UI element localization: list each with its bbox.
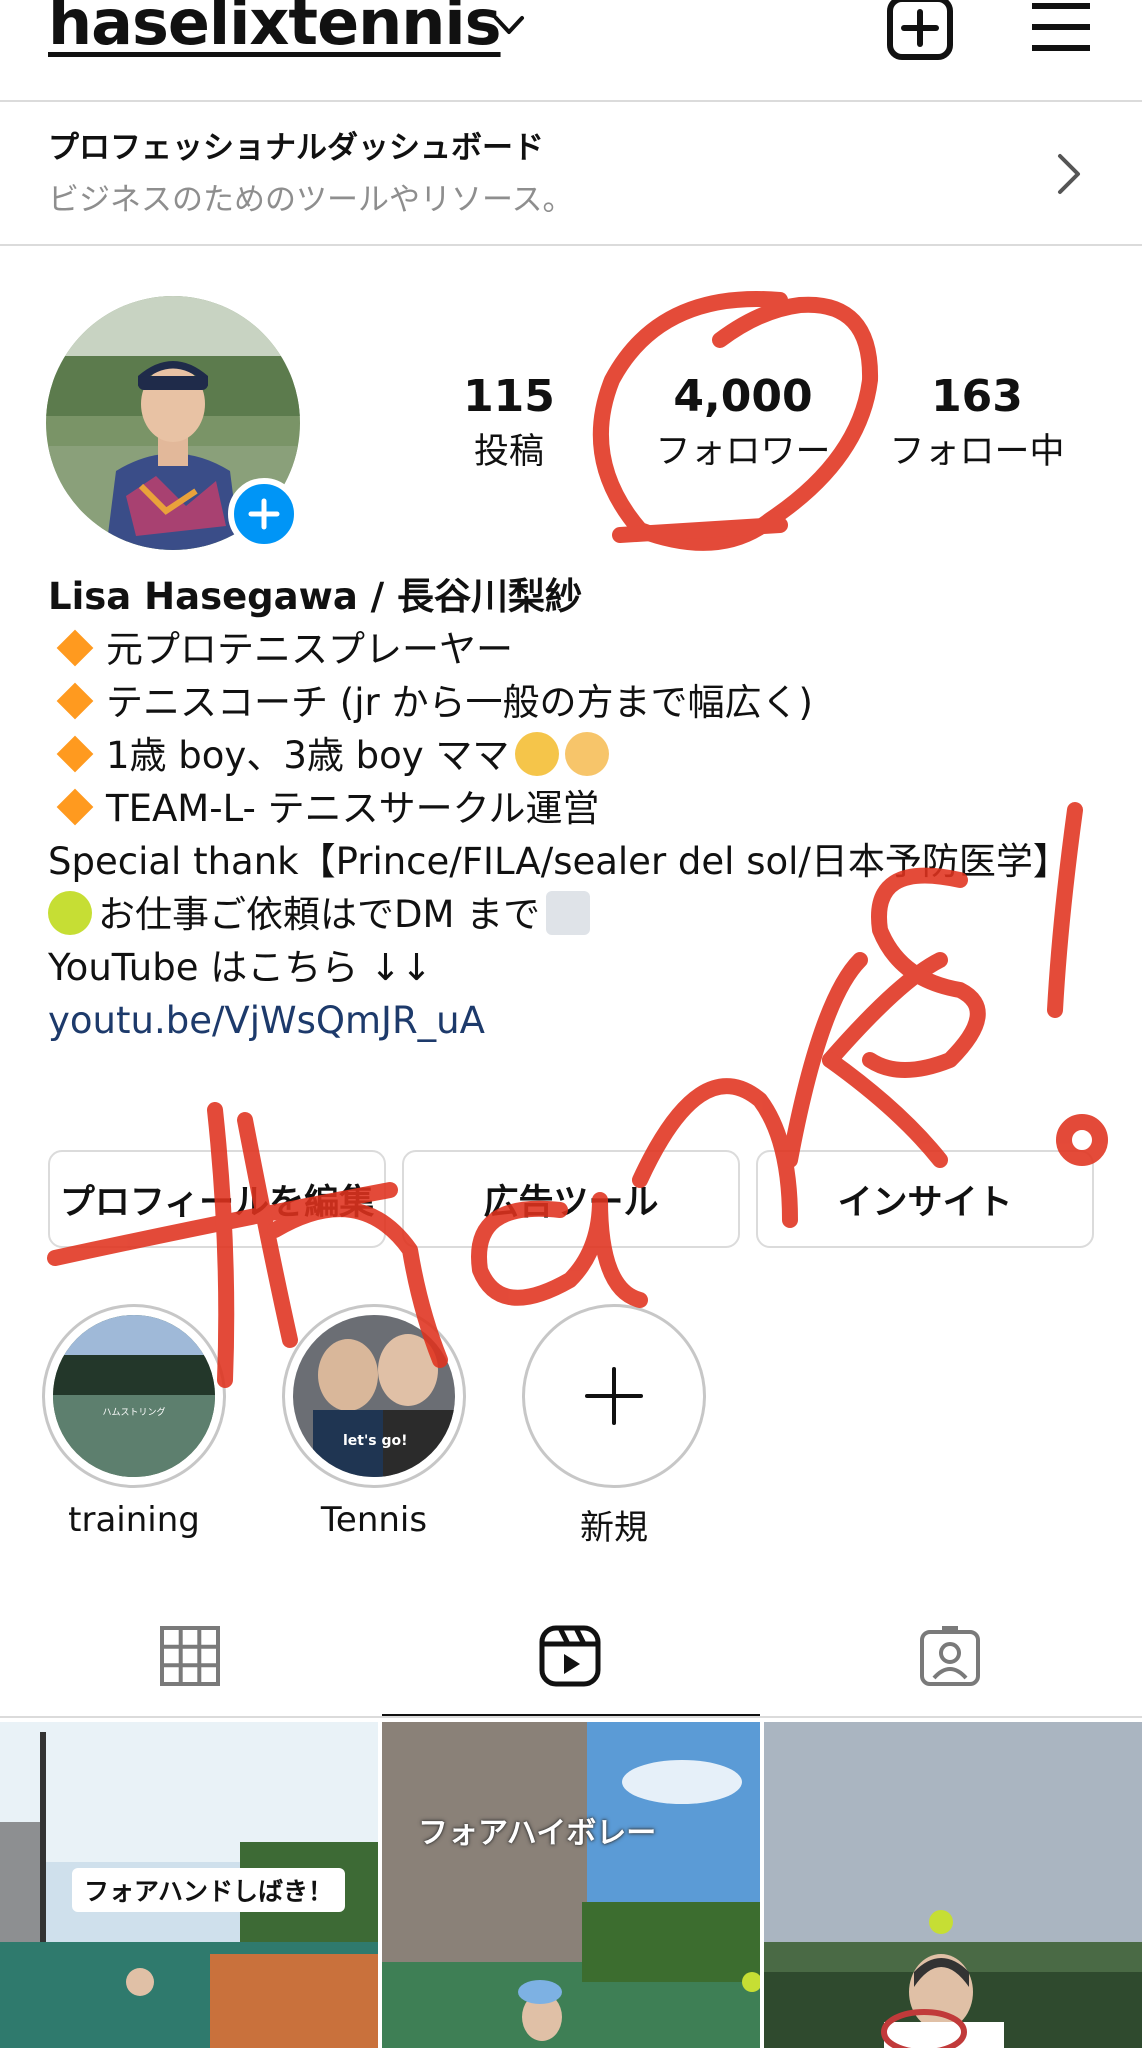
grid-icon[interactable] (158, 1624, 222, 1688)
divider (0, 244, 1142, 246)
reel-caption: フォアハンドしばき！ (72, 1868, 346, 1912)
posts-label: 投稿 (473, 432, 544, 472)
bio-line: TEAM-L- テニスサークル運営 (106, 787, 600, 830)
svg-text:let's go!: let's go! (343, 1433, 408, 1449)
orange-diamond-icon (56, 788, 94, 825)
plus-icon (248, 498, 280, 530)
reel-thumbnail[interactable] (382, 1722, 760, 2048)
reel-thumbnail[interactable] (764, 1722, 1142, 2048)
dashboard-subtitle: ビジネスのためのツールやリソース。 (48, 182, 574, 218)
orange-diamond-icon (56, 735, 94, 772)
reel-caption: フォアハイボレー (418, 1816, 657, 1851)
orange-diamond-icon (56, 629, 94, 666)
highlight-label: Tennis (320, 1500, 428, 1540)
followers-label: フォロワー (655, 432, 831, 472)
bio-line: 1歳 boy、3歳 boy ママ (106, 734, 510, 777)
bio-line: テニスコーチ (jr から一般の方まで幅広く) (106, 681, 813, 724)
svg-text:ハムストリング: ハムストリング (102, 1406, 165, 1418)
new-post-icon[interactable] (886, 0, 954, 60)
highlight-label: 新規 (580, 1508, 648, 1548)
chevron-down-icon[interactable] (492, 12, 526, 38)
edit-profile-button[interactable]: プロフィールを編集 (48, 1150, 386, 1248)
posts-count[interactable]: 115 投稿 (389, 372, 629, 476)
display-name: Lisa Hasegawa / 長谷川梨紗 (48, 575, 583, 618)
add-story-button[interactable] (228, 478, 300, 550)
inbox-tray-icon (546, 890, 591, 935)
bio-line: お仕事ご依頼はでDM まで (98, 893, 541, 936)
bio-line: YouTube はこちら ↓↓ (48, 946, 432, 989)
following-value: 163 (931, 371, 1023, 422)
highlight-training[interactable]: ハムストリング (42, 1304, 226, 1488)
dashboard-title: プロフェッショナルダッシュボード (48, 130, 544, 166)
menu-icon[interactable] (1030, 0, 1092, 54)
new-highlight-button[interactable] (522, 1304, 706, 1488)
plus-icon (585, 1367, 643, 1425)
posts-value: 115 (463, 371, 555, 422)
followers-count[interactable]: 4,000 フォロワー (623, 372, 863, 476)
baby-emoji-icon (565, 731, 610, 776)
following-label: フォロー中 (889, 432, 1065, 472)
username[interactable]: haselixtennis (48, 0, 502, 59)
followers-value: 4,000 (673, 371, 813, 422)
bio-line: 元プロテニスプレーヤー (106, 628, 513, 671)
bio: Lisa Hasegawa / 長谷川梨紗 元プロテニスプレーヤー テニスコーチ… (48, 570, 1070, 1047)
reels-icon[interactable] (538, 1624, 602, 1688)
bio-line: Special thank【Prince/FILA/sealer del sol… (48, 840, 1070, 883)
youtube-link[interactable]: youtu.be/VjWsQmJR_uA (48, 994, 1058, 1047)
divider (0, 1716, 1142, 1718)
chevron-right-icon[interactable] (1054, 152, 1082, 196)
ad-tools-button[interactable]: 広告ツール (402, 1150, 740, 1248)
highlight-label: training (68, 1500, 200, 1540)
boy-emoji-icon (515, 731, 560, 776)
orange-diamond-icon (56, 682, 94, 719)
following-count[interactable]: 163 フォロー中 (857, 372, 1097, 476)
insights-button[interactable]: インサイト (756, 1150, 1094, 1248)
tagged-icon[interactable] (918, 1624, 982, 1688)
highlight-tennis[interactable]: let's go! (282, 1304, 466, 1488)
tennis-ball-icon (48, 890, 92, 935)
